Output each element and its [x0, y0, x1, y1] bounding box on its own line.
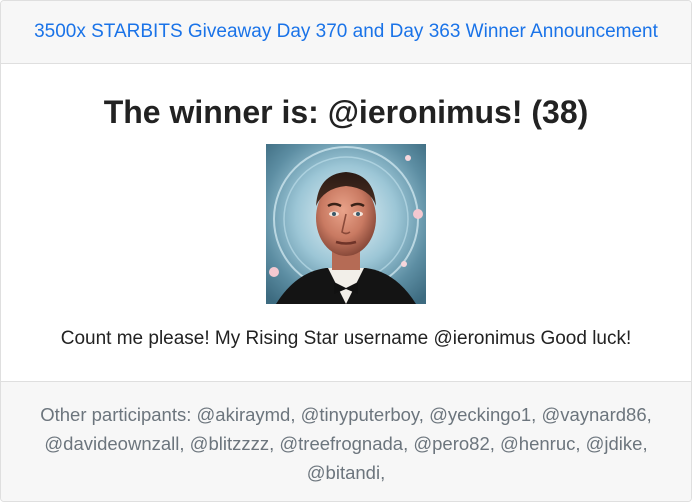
announcement-card: 3500x STARBITS Giveaway Day 370 and Day … — [0, 0, 692, 502]
other-participants-text: Other participants: @akiraymd, @tinypute… — [40, 404, 652, 483]
winner-heading: The winner is: @ieronimus! (38) — [103, 94, 589, 130]
card-footer: Other participants: @akiraymd, @tinypute… — [1, 381, 691, 501]
card-header: 3500x STARBITS Giveaway Day 370 and Day … — [1, 1, 691, 64]
card-body: The winner is: @ieronimus! (38) Count me… — [1, 64, 691, 381]
announcement-title-link[interactable]: 3500x STARBITS Giveaway Day 370 and Day … — [34, 21, 658, 43]
winner-portrait-image — [266, 144, 426, 304]
winner-comment: Count me please! My Rising Star username… — [60, 328, 632, 349]
